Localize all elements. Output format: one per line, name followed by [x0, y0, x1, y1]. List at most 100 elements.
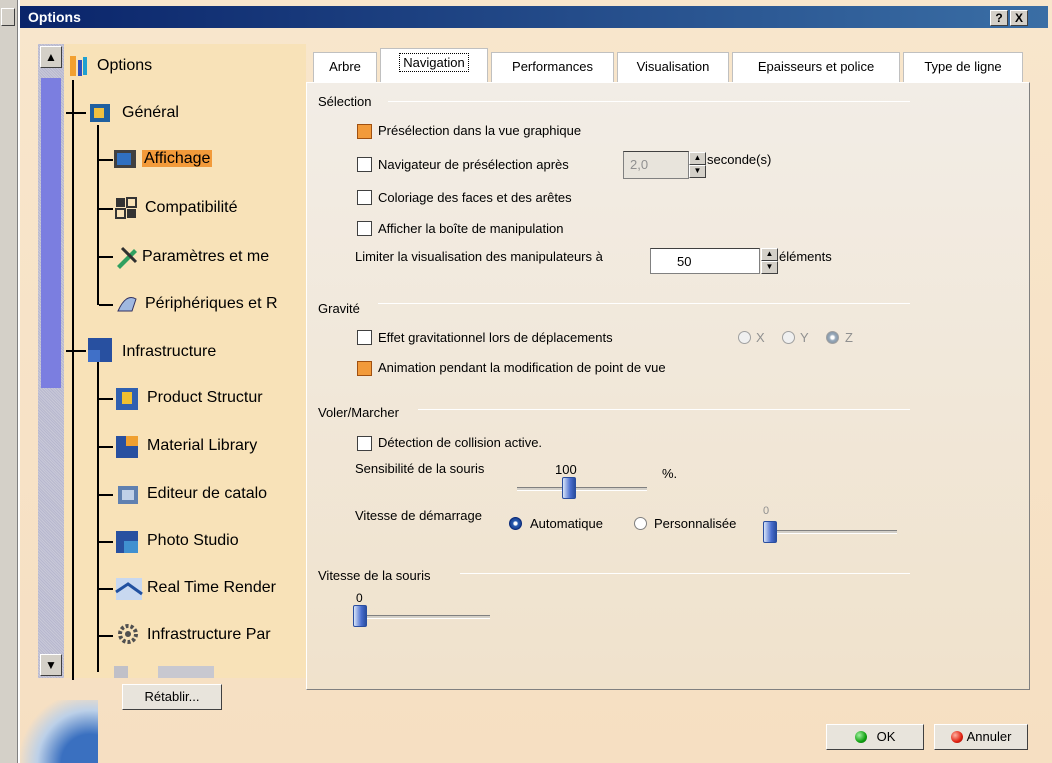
mouse-speed-value: 0: [356, 591, 363, 605]
tree-item-display[interactable]: Affichage: [142, 147, 213, 171]
manip-box-checkbox[interactable]: [357, 221, 372, 236]
gravity-group-title: Gravité: [318, 301, 360, 316]
display-icon: [112, 147, 140, 173]
sensitivity-unit: %.: [662, 466, 678, 481]
tree-item-compatibility[interactable]: Compatibilité: [145, 196, 237, 220]
gravity-effect-checkbox[interactable]: [357, 330, 372, 345]
tree-item-photo-studio[interactable]: Photo Studio: [147, 529, 239, 553]
coloring-label: Coloriage des faces et des arêtes: [378, 190, 572, 205]
spin-down-icon[interactable]: ▼: [689, 165, 706, 178]
tree-item-product-structure[interactable]: Product Structur: [147, 386, 263, 410]
sensitivity-slider-track[interactable]: [517, 487, 647, 491]
tree-item-parameters[interactable]: Paramètres et me: [142, 245, 269, 269]
group-divider: [460, 573, 910, 574]
tab-performances[interactable]: Performances: [491, 52, 614, 82]
collision-checkbox[interactable]: [357, 436, 372, 451]
material-library-icon: [114, 432, 142, 460]
cancel-icon: [950, 731, 963, 743]
tree-line: [99, 588, 113, 590]
spin-up-icon[interactable]: ▲: [761, 248, 778, 261]
animation-label: Animation pendant la modification de poi…: [378, 360, 666, 375]
window-title: Options: [28, 9, 81, 25]
spin-up-icon[interactable]: ▲: [689, 152, 706, 165]
custom-speed-slider-thumb[interactable]: [763, 521, 777, 543]
gear-icon: [116, 622, 142, 648]
tab-navigation[interactable]: Navigation: [380, 48, 488, 83]
help-button[interactable]: ?: [990, 10, 1008, 26]
navigator-delay-input[interactable]: 2,0: [623, 151, 689, 179]
tree-item-general[interactable]: Général: [122, 101, 179, 125]
compatibility-icon: [114, 196, 140, 222]
catalog-editor-icon: [114, 480, 142, 508]
background-logo: [18, 700, 98, 763]
navigator-checkbox[interactable]: [357, 157, 372, 172]
infrastructure-icon: [86, 336, 116, 366]
close-button[interactable]: X: [1010, 10, 1028, 26]
tree-item-catalog-editor[interactable]: Editeur de catalo: [147, 482, 267, 506]
mouse-speed-slider-track[interactable]: [356, 615, 490, 619]
cancel-label: Annuler: [966, 729, 1012, 744]
background-window-button[interactable]: [1, 8, 15, 26]
automatic-radio[interactable]: [509, 517, 522, 530]
tree-line: [99, 398, 113, 400]
collision-label: Détection de collision active.: [378, 435, 543, 450]
tab-navigation-label: Navigation: [399, 53, 469, 72]
coloring-checkbox[interactable]: [357, 190, 372, 205]
tree-item-infrastructure[interactable]: Infrastructure: [122, 340, 216, 364]
custom-speed-slider-track[interactable]: [767, 530, 897, 534]
limit-input[interactable]: 50: [650, 248, 760, 274]
tree-line: [99, 541, 113, 543]
axis-z-label: Z: [845, 330, 853, 345]
tree-item-infrastructure-parts[interactable]: Infrastructure Par: [147, 623, 271, 647]
axis-y-radio[interactable]: [782, 331, 795, 344]
custom-radio[interactable]: [634, 517, 647, 530]
options-root-icon: [66, 54, 92, 78]
preselection-checkbox[interactable]: [357, 124, 372, 139]
cancel-button[interactable]: Annuler: [934, 724, 1028, 750]
tree-line: [99, 256, 113, 258]
tab-type-de-ligne[interactable]: Type de ligne: [903, 52, 1023, 82]
group-divider: [378, 303, 910, 304]
navigator-unit: seconde(s): [707, 152, 772, 167]
animation-checkbox[interactable]: [357, 361, 372, 376]
ok-button[interactable]: OK: [826, 724, 924, 750]
tab-visualisation[interactable]: Visualisation: [617, 52, 729, 82]
selection-group-title: Sélection: [318, 94, 372, 109]
axis-x-radio[interactable]: [738, 331, 751, 344]
limit-label: Limiter la visualisation des manipulateu…: [355, 249, 603, 264]
sensitivity-slider-thumb[interactable]: [562, 477, 576, 499]
mouse-speed-slider-thumb[interactable]: [353, 605, 367, 627]
scroll-thumb[interactable]: [41, 78, 61, 388]
tree-line: [99, 208, 113, 210]
start-speed-label: Vitesse de démarrage: [355, 508, 482, 523]
tree-item-material-library[interactable]: Material Library: [147, 434, 257, 458]
tree-line: [66, 112, 86, 114]
general-icon: [88, 100, 114, 126]
manip-box-label: Afficher la boîte de manipulation: [378, 221, 564, 236]
tab-arbre[interactable]: Arbre: [313, 52, 377, 82]
axis-z-radio[interactable]: [826, 331, 839, 344]
reset-button[interactable]: Rétablir...: [122, 684, 222, 710]
photo-studio-icon: [114, 527, 142, 555]
gravity-effect-label: Effet gravitationnel lors de déplacement…: [378, 330, 613, 345]
scroll-up-arrow-icon[interactable]: ▲: [40, 46, 62, 68]
tab-epaisseurs[interactable]: Epaisseurs et police: [732, 52, 900, 82]
parameters-icon: [114, 244, 140, 270]
tree-line: [99, 159, 113, 161]
real-time-render-icon: [114, 574, 144, 602]
group-divider: [418, 409, 910, 410]
tree-root-label[interactable]: Options: [97, 54, 152, 78]
tree-item-real-time-render[interactable]: Real Time Render: [147, 576, 276, 600]
tree-line: [66, 350, 86, 352]
devices-icon: [114, 291, 140, 317]
spin-down-icon[interactable]: ▼: [761, 261, 778, 274]
axis-x-label: X: [756, 330, 765, 345]
ok-label: OK: [876, 729, 896, 744]
background-window-edge: [0, 0, 18, 763]
preselection-label: Présélection dans la vue graphique: [378, 123, 582, 138]
tree-line: [99, 635, 113, 637]
tree-item-devices[interactable]: Périphériques et R: [145, 292, 278, 316]
ok-icon: [854, 731, 867, 743]
scroll-down-arrow-icon[interactable]: ▼: [40, 654, 62, 676]
sensitivity-label: Sensibilité de la souris: [355, 461, 485, 476]
